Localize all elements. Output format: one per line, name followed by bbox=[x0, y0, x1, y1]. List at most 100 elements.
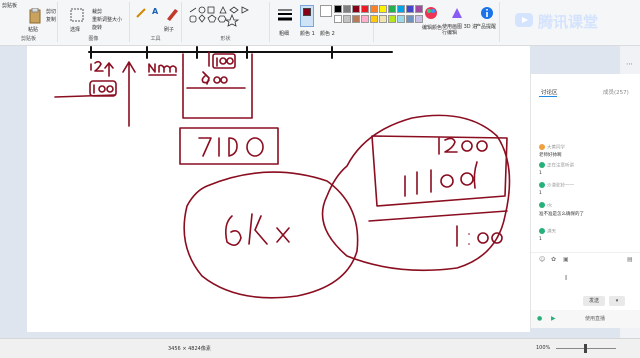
message-text: 1 bbox=[539, 237, 542, 242]
video-logo-icon bbox=[515, 13, 533, 27]
color-swatch[interactable] bbox=[361, 15, 369, 23]
tools-group-label: 工具 bbox=[150, 36, 161, 42]
select-icon[interactable] bbox=[70, 8, 84, 22]
text-cursor-icon: I bbox=[565, 274, 568, 282]
text-tool-icon[interactable]: A bbox=[152, 7, 158, 16]
size-label: 粗细 bbox=[279, 31, 290, 37]
chat-icon[interactable]: ▤ bbox=[627, 256, 633, 263]
emoji-icon[interactable]: ☺ bbox=[539, 256, 545, 263]
message-author: dc bbox=[547, 203, 553, 209]
message-text: 1 bbox=[539, 171, 542, 176]
status-bar: 3456 × 4824像素 100% bbox=[0, 338, 640, 358]
discussion-panel: 讨论区 成员(257) 大黄同学 老师好帅啊 正在注意听讲 1 沙漠驼铃一一 1… bbox=[530, 74, 640, 328]
divider bbox=[531, 252, 640, 253]
image-group-label: 图像 bbox=[88, 36, 99, 42]
message-text: 准不准是怎么确保的了 bbox=[539, 212, 584, 217]
image-dimensions: 3456 × 4824像素 bbox=[168, 346, 211, 352]
paint3d-icon[interactable] bbox=[450, 6, 464, 20]
paste-label: 粘贴 bbox=[28, 27, 39, 33]
tencent-classroom-logo: 腾讯课堂 bbox=[512, 6, 616, 38]
flower-icon[interactable]: ✿ bbox=[551, 256, 556, 263]
cut-label[interactable]: 剪切 bbox=[46, 8, 56, 15]
image-icon[interactable]: ▣ bbox=[563, 256, 569, 263]
message-item: dc bbox=[539, 202, 552, 209]
message-text: 老师好帅啊 bbox=[539, 153, 562, 158]
panel-footer: ● ▶ 使用直播 bbox=[531, 310, 640, 328]
brush-label: 刷子 bbox=[164, 27, 175, 33]
message-text: 1 bbox=[539, 191, 542, 196]
color-swatch[interactable] bbox=[361, 5, 369, 13]
message-input[interactable]: I bbox=[539, 270, 633, 296]
color-swatch[interactable] bbox=[379, 5, 387, 13]
avatar bbox=[539, 228, 545, 234]
tab-members[interactable]: 成员(257) bbox=[603, 88, 629, 96]
color-swatch[interactable] bbox=[334, 15, 342, 23]
drawing-canvas[interactable] bbox=[27, 46, 530, 332]
color-swatch[interactable] bbox=[370, 15, 378, 23]
edit-colors-label: 编辑颜色 bbox=[422, 25, 443, 31]
color-swatch[interactable] bbox=[388, 5, 396, 13]
color-swatch[interactable] bbox=[352, 15, 360, 23]
message-author: 满天 bbox=[547, 229, 556, 235]
brand-text: 腾讯课堂 bbox=[538, 13, 599, 31]
resize-label[interactable]: 重新调整大小 bbox=[92, 16, 122, 23]
clipboard-group: 粘贴 剪切 复制 剪贴板 bbox=[0, 2, 58, 42]
ribbon-toolbar: 剪贴板 粘贴 剪切 复制 剪贴板 选择 裁剪 重新调整大小 旋转 图像 A 刷子… bbox=[0, 0, 640, 46]
product-alert-label: 产品提醒 bbox=[476, 24, 497, 30]
zoom-level: 100% bbox=[536, 345, 551, 351]
share-icon[interactable]: ⋯ bbox=[626, 60, 633, 68]
active-tab-underline bbox=[539, 96, 557, 97]
color2-preview[interactable] bbox=[320, 5, 332, 17]
send-button[interactable]: 发送 bbox=[583, 296, 605, 306]
avatar bbox=[539, 162, 545, 168]
size-icon[interactable] bbox=[278, 8, 292, 22]
handwriting-layer bbox=[54, 46, 511, 299]
message-author: 大黄同学 bbox=[547, 145, 565, 151]
color-swatch[interactable] bbox=[370, 5, 378, 13]
color-swatch[interactable] bbox=[406, 5, 414, 13]
color1-button[interactable] bbox=[300, 5, 314, 27]
message-item: 沙漠驼铃一一 bbox=[539, 182, 574, 189]
avatar bbox=[539, 144, 545, 150]
mic-icon[interactable]: ● bbox=[537, 315, 542, 322]
color-swatch[interactable] bbox=[388, 15, 396, 23]
color-swatch[interactable] bbox=[397, 5, 405, 13]
color1-preview bbox=[303, 8, 311, 16]
tools-group: A 刷子 工具 bbox=[130, 2, 182, 42]
info-icon[interactable] bbox=[480, 6, 494, 20]
pencil-icon[interactable] bbox=[136, 8, 146, 18]
color-swatch[interactable] bbox=[397, 15, 405, 23]
crop-label[interactable]: 裁剪 bbox=[92, 8, 102, 15]
color1-label: 颜色 1 bbox=[300, 31, 315, 37]
footer-text: 使用直播 bbox=[585, 316, 606, 322]
message-item: 正在注意听讲 bbox=[539, 162, 574, 169]
shapes-group-label: 形状 bbox=[220, 36, 231, 42]
message-author: 正在注意听讲 bbox=[547, 163, 574, 169]
image-group: 选择 裁剪 重新调整大小 旋转 图像 bbox=[58, 2, 130, 42]
zoom-slider-thumb[interactable] bbox=[584, 344, 587, 353]
color-swatch[interactable] bbox=[406, 15, 414, 23]
edit-group: 编辑颜色 使用画图 3D 进行编辑 产品提醒 bbox=[420, 2, 500, 42]
tab-discussion[interactable]: 讨论区 bbox=[541, 88, 558, 96]
shapes-gallery-icon[interactable] bbox=[188, 6, 258, 30]
color-swatch[interactable] bbox=[352, 5, 360, 13]
color-swatch[interactable] bbox=[343, 15, 351, 23]
color-swatch[interactable] bbox=[334, 5, 342, 13]
brush-icon[interactable] bbox=[164, 6, 180, 22]
message-author: 沙漠驼铃一一 bbox=[547, 183, 574, 189]
message-item: 大黄同学 bbox=[539, 144, 565, 151]
message-item: 满天 bbox=[539, 228, 556, 235]
color-swatch[interactable] bbox=[379, 15, 387, 23]
clipboard-group-label: 剪贴板 bbox=[20, 36, 36, 42]
paste-icon[interactable] bbox=[28, 8, 42, 24]
color-swatch[interactable] bbox=[343, 5, 351, 13]
camera-icon[interactable]: ▶ bbox=[551, 315, 556, 322]
rotate-label[interactable]: 旋转 bbox=[92, 24, 102, 31]
color2-label: 颜色 2 bbox=[320, 31, 335, 37]
select-label: 选择 bbox=[70, 27, 81, 33]
copy-label[interactable]: 复制 bbox=[46, 16, 56, 23]
avatar bbox=[539, 202, 545, 208]
avatar bbox=[539, 182, 545, 188]
edit-colors-icon[interactable] bbox=[424, 6, 438, 20]
send-options-button[interactable]: ▾ bbox=[609, 296, 625, 306]
